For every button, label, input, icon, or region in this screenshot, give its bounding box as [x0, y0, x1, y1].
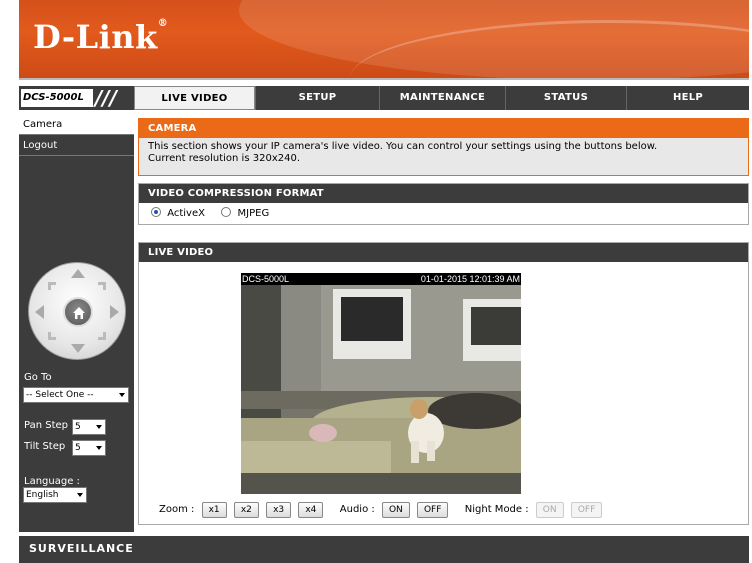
home-icon — [73, 307, 85, 319]
mjpeg-label: MJPEG — [237, 208, 270, 219]
header-divider — [19, 78, 749, 80]
model-name: DCS-5000L — [21, 89, 93, 107]
pan-down-right-icon[interactable] — [98, 332, 106, 340]
language-label: Language : — [24, 476, 80, 487]
zoom-x1-button[interactable]: x1 — [201, 502, 227, 518]
live-video-section: LIVE VIDEO DCS-5000L 01-01-2015 12:01:39… — [138, 242, 749, 525]
zoom-label: Zoom : — [159, 504, 195, 515]
compression-options: ActiveX MJPEG — [139, 203, 748, 224]
pan-up-left-icon[interactable] — [48, 282, 56, 290]
compression-section: VIDEO COMPRESSION FORMAT ActiveX MJPEG — [138, 183, 749, 225]
tab-status[interactable]: STATUS — [505, 86, 626, 110]
pan-up-icon[interactable] — [71, 269, 85, 278]
main-content: CAMERA This section shows your IP camera… — [138, 118, 749, 525]
top-navigation: DCS-5000L /// LIVE VIDEO SETUP MAINTENAN… — [19, 86, 749, 110]
model-badge: DCS-5000L /// — [19, 86, 134, 110]
language-value: English — [26, 490, 59, 500]
tab-setup[interactable]: SETUP — [255, 86, 379, 110]
zoom-x4-button[interactable]: x4 — [298, 502, 324, 518]
sidebar: Camera Logout Go To -- Select One -- Pan… — [19, 114, 134, 532]
compression-title: VIDEO COMPRESSION FORMAT — [139, 184, 748, 203]
model-slashes: /// — [95, 86, 117, 110]
chevron-down-icon — [119, 393, 125, 397]
camera-section: CAMERA This section shows your IP camera… — [138, 118, 749, 176]
pan-down-left-icon[interactable] — [48, 332, 56, 340]
live-video-title: LIVE VIDEO — [139, 243, 748, 262]
tab-live-video[interactable]: LIVE VIDEO — [134, 86, 255, 110]
header-banner: D-Link® — [19, 0, 749, 80]
night-mode-label: Night Mode : — [464, 504, 529, 515]
night-mode-on-button[interactable]: ON — [535, 502, 564, 518]
mjpeg-radio[interactable] — [221, 207, 232, 217]
footer-surveillance-text: SURVEILLANCE — [29, 542, 134, 555]
activex-label: ActiveX — [167, 208, 205, 219]
home-button[interactable] — [63, 297, 93, 327]
pan-step-select[interactable]: 5 — [72, 419, 106, 435]
chevron-down-icon — [77, 493, 83, 497]
goto-label: Go To — [24, 372, 52, 383]
live-video-feed[interactable]: DCS-5000L 01-01-2015 12:01:39 AM — [241, 273, 521, 494]
video-controls: Zoom : x1 x2 x3 x4 Audio : ON OFF Night … — [159, 501, 606, 519]
video-osd-bar: DCS-5000L 01-01-2015 12:01:39 AM — [241, 273, 521, 285]
pan-right-icon[interactable] — [110, 305, 119, 319]
chevron-down-icon — [96, 446, 102, 450]
tab-help[interactable]: HELP — [626, 86, 749, 110]
zoom-x3-button[interactable]: x3 — [266, 502, 292, 518]
goto-select-value: -- Select One -- — [26, 390, 94, 400]
zoom-x2-button[interactable]: x2 — [233, 502, 259, 518]
language-select[interactable]: English — [23, 487, 87, 503]
camera-desc-line1: This section shows your IP camera's live… — [148, 141, 658, 152]
tab-maintenance[interactable]: MAINTENANCE — [379, 86, 505, 110]
audio-on-button[interactable]: ON — [381, 502, 410, 518]
dlink-logo: D-Link® — [33, 18, 169, 56]
tilt-step-label: Tilt Step — [24, 441, 66, 452]
footer-bar: SURVEILLANCE — [19, 536, 749, 563]
pan-step-label: Pan Step — [24, 420, 68, 431]
chevron-down-icon — [96, 425, 102, 429]
goto-select[interactable]: -- Select One -- — [23, 387, 129, 403]
camera-description: This section shows your IP camera's live… — [139, 138, 748, 175]
tilt-step-value: 5 — [75, 443, 81, 453]
audio-label: Audio : — [339, 504, 375, 515]
sidebar-item-camera[interactable]: Camera — [19, 114, 134, 135]
video-frame-image — [241, 273, 521, 494]
activex-radio[interactable] — [151, 207, 161, 217]
pan-down-icon[interactable] — [71, 344, 85, 353]
pan-left-icon[interactable] — [35, 305, 44, 319]
camera-desc-line2: Current resolution is 320x240. — [148, 153, 300, 164]
tilt-step-select[interactable]: 5 — [72, 440, 106, 456]
osd-timestamp: 01-01-2015 12:01:39 AM — [420, 274, 520, 284]
night-mode-off-button[interactable]: OFF — [570, 502, 603, 518]
sidebar-item-logout[interactable]: Logout — [19, 135, 134, 156]
pan-step-value: 5 — [75, 422, 81, 432]
pan-up-right-icon[interactable] — [98, 282, 106, 290]
audio-off-button[interactable]: OFF — [416, 502, 449, 518]
camera-title: CAMERA — [139, 119, 748, 138]
ptz-control-pad — [28, 262, 126, 360]
osd-camera-name: DCS-5000L — [242, 274, 290, 284]
